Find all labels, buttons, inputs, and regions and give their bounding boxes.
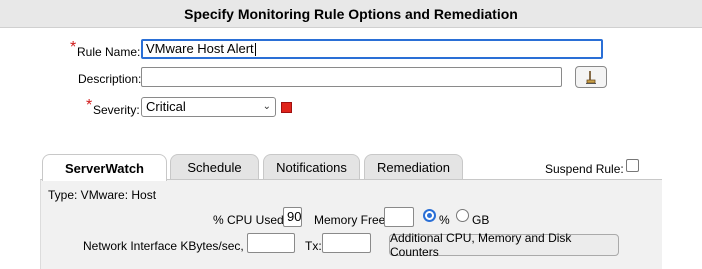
tab-remediation[interactable]: Remediation xyxy=(364,154,463,180)
rule-name-input[interactable]: VMware Host Alert xyxy=(141,39,603,59)
network-interface-label: Network Interface KBytes/sec, Rx: xyxy=(83,239,266,253)
tab-notifications[interactable]: Notifications xyxy=(263,154,360,180)
severity-select[interactable]: Critical ⌄ xyxy=(141,97,276,117)
tab-label: Notifications xyxy=(276,160,347,175)
rule-name-value: VMware Host Alert xyxy=(146,41,254,56)
description-edit-button[interactable] xyxy=(575,66,607,88)
severity-selected-value: Critical xyxy=(146,99,186,114)
type-label: Type: VMware: Host xyxy=(48,188,157,202)
suspend-rule-checkbox[interactable] xyxy=(626,159,639,172)
required-marker: * xyxy=(86,97,93,114)
description-label: Description: xyxy=(78,72,142,86)
tx-input[interactable] xyxy=(322,233,371,253)
description-input[interactable] xyxy=(141,67,562,87)
page-header: Specify Monitoring Rule Options and Reme… xyxy=(0,0,702,28)
memory-unit-gb-radio[interactable] xyxy=(456,209,469,222)
page-title: Specify Monitoring Rule Options and Reme… xyxy=(184,5,518,22)
gb-unit-label: GB xyxy=(472,213,490,227)
severity-label: Severity: xyxy=(93,103,140,117)
button-label: Additional CPU, Memory and Disk Counters xyxy=(390,231,572,259)
tab-label: ServerWatch xyxy=(65,160,144,176)
tab-label: Schedule xyxy=(187,160,242,175)
text-caret xyxy=(254,43,256,57)
tab-schedule[interactable]: Schedule xyxy=(170,154,259,180)
tx-label: Tx: xyxy=(305,239,322,253)
cpu-used-input[interactable]: 90 xyxy=(283,207,302,227)
broom-icon xyxy=(586,71,596,84)
rule-name-label: Rule Name: xyxy=(77,45,141,59)
memory-free-input[interactable] xyxy=(384,207,414,227)
required-marker: * xyxy=(70,39,77,56)
chevron-down-icon: ⌄ xyxy=(262,101,271,112)
memory-free-label: Memory Free: xyxy=(314,213,389,227)
tab-serverwatch[interactable]: ServerWatch xyxy=(42,154,167,181)
rx-input[interactable] xyxy=(247,233,295,253)
cpu-used-label: % CPU Used: xyxy=(213,213,288,227)
percent-unit-label: % xyxy=(439,213,450,227)
suspend-rule-label: Suspend Rule: xyxy=(545,162,624,176)
memory-unit-percent-radio[interactable] xyxy=(423,209,436,222)
tab-label: Remediation xyxy=(377,160,450,175)
additional-counters-button[interactable]: Additional CPU, Memory and Disk Counters xyxy=(389,231,619,259)
severity-color-swatch xyxy=(281,102,292,113)
